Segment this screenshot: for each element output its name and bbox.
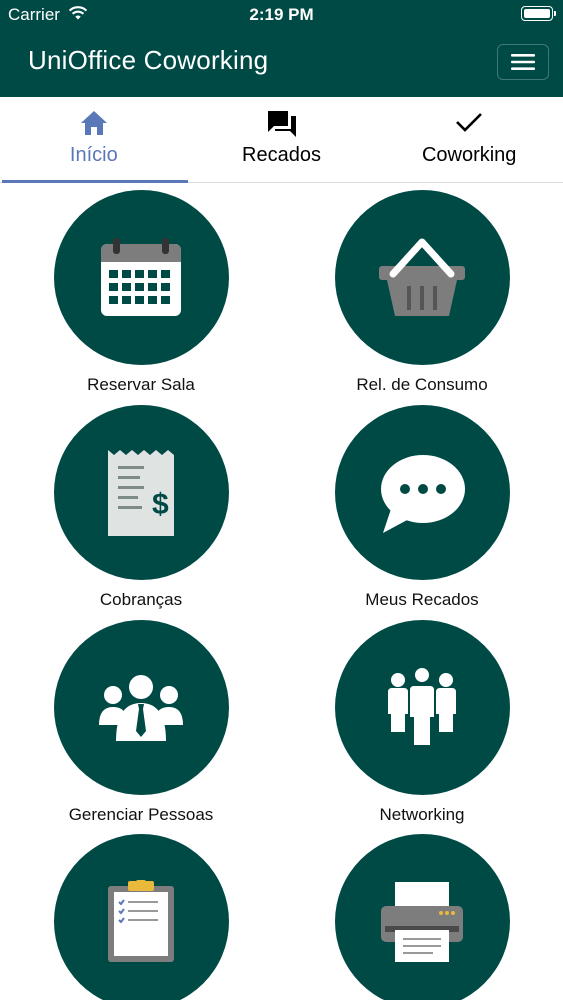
menu-item-circle <box>53 190 229 365</box>
hamburger-menu-button[interactable] <box>497 44 549 80</box>
status-bar: Carrier 2:19 PM <box>0 0 563 28</box>
menu-item-circle: $ <box>53 405 229 580</box>
basket-icon <box>379 238 465 316</box>
tab-label: Início <box>69 144 118 166</box>
tab-recados[interactable]: Recados <box>188 97 376 182</box>
menu-item-reservar-sala[interactable]: Reservar Sala <box>21 190 261 395</box>
speech-bubble-icon <box>381 454 465 533</box>
battery-icon <box>521 6 556 21</box>
svg-text:$: $ <box>152 488 169 521</box>
printer-icon <box>381 881 463 962</box>
tab-label: Recados <box>242 144 321 166</box>
menu-item-circle <box>53 834 229 1000</box>
receipt-icon: $ <box>108 449 174 536</box>
menu-item-rel-consumo[interactable]: Rel. de Consumo <box>302 190 542 395</box>
menu-item-circle <box>334 405 510 580</box>
menu-item-label: Meus Recados <box>365 590 479 609</box>
check-icon <box>375 109 563 139</box>
menu-item-gerenciar-pessoas[interactable]: Gerenciar Pessoas <box>21 620 261 825</box>
tab-bar: Início Recados Coworking <box>0 97 563 183</box>
menu-item-printer[interactable] <box>302 834 542 1000</box>
tab-inicio[interactable]: Início <box>0 97 188 183</box>
group-icon <box>388 665 456 747</box>
chat-icon <box>188 109 376 139</box>
app-header: UniOffice Coworking <box>0 28 563 97</box>
menu-item-circle <box>334 620 510 795</box>
tab-coworking[interactable]: Coworking <box>375 97 563 182</box>
hamburger-icon <box>511 54 535 70</box>
menu-item-label: Rel. de Consumo <box>356 375 488 394</box>
status-time: 2:19 PM <box>249 5 314 24</box>
menu-item-circle <box>334 190 510 365</box>
menu-item-clipboard[interactable] <box>21 834 261 1000</box>
clipboard-icon <box>108 879 174 962</box>
menu-item-circle <box>53 620 229 795</box>
menu-item-label: Cobranças <box>99 590 183 609</box>
calendar-icon <box>101 237 181 316</box>
menu-item-circle <box>334 834 510 1000</box>
menu-item-label: Networking <box>379 805 465 824</box>
menu-item-cobrancas[interactable]: $ Cobranças <box>21 405 261 610</box>
home-icon <box>0 109 188 139</box>
menu-item-meus-recados[interactable]: Meus Recados <box>302 405 542 610</box>
menu-item-networking[interactable]: Networking <box>302 620 542 825</box>
tab-label: Coworking <box>421 144 517 166</box>
app-title: UniOffice Coworking <box>28 45 269 75</box>
menu-item-label: Gerenciar Pessoas <box>68 805 214 824</box>
menu-item-label: Reservar Sala <box>87 375 195 394</box>
people-icon <box>99 674 183 741</box>
